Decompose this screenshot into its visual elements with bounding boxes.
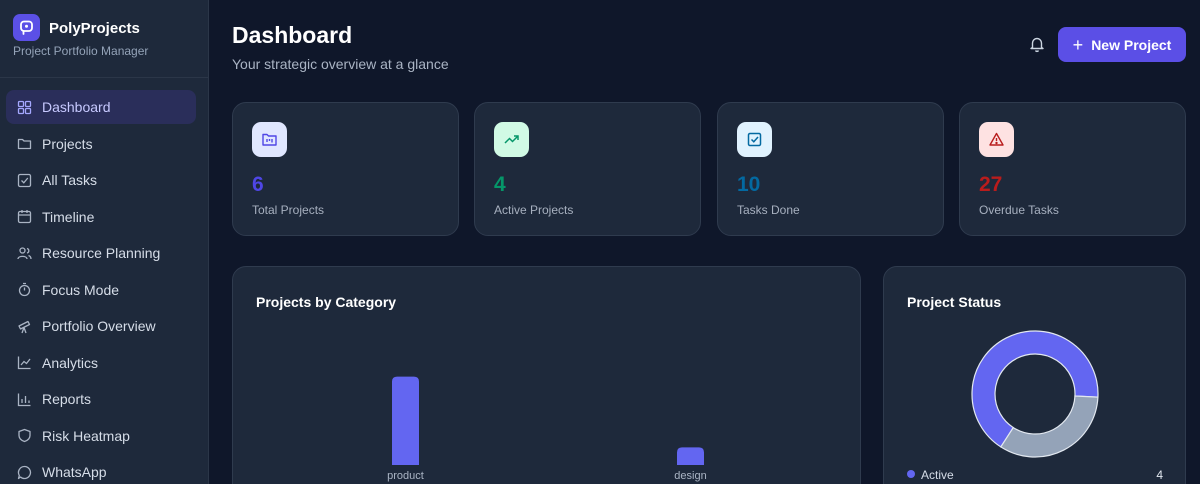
app-logo-icon — [13, 14, 40, 41]
sidebar-item-timeline[interactable]: Timeline — [6, 200, 196, 234]
shield-icon — [18, 428, 31, 443]
grid-icon — [17, 100, 32, 114]
slice-other[interactable] — [999, 395, 1099, 458]
sidebar-nav: Dashboard Projects All Tasks Timeline Re… — [6, 90, 196, 484]
main-content: Dashboard Your strategic overview at a g… — [210, 0, 1200, 484]
sidebar-item-label: All Tasks — [42, 172, 97, 188]
bell-icon[interactable] — [1028, 35, 1046, 53]
sidebar-item-label: Timeline — [42, 208, 95, 225]
new-project-label: New Project — [1091, 36, 1172, 53]
check-square-icon — [737, 122, 772, 157]
sidebar-item-label: Risk Heatmap — [42, 427, 130, 444]
brand-name: PolyProjects — [49, 20, 140, 37]
new-project-button[interactable]: + New Project — [1058, 27, 1186, 62]
bar-chart-icon — [17, 393, 31, 406]
chat-icon — [17, 465, 32, 479]
category-tick-label: product — [387, 470, 424, 482]
alert-triangle-icon — [979, 122, 1014, 157]
legend-label: Active — [921, 468, 954, 482]
sidebar: PolyProjects Project Portfolio Manager D… — [0, 0, 209, 484]
line-chart-icon — [17, 356, 31, 370]
trending-up-icon — [494, 122, 529, 157]
sidebar-item-dashboard[interactable]: Dashboard — [6, 90, 196, 124]
sidebar-item-all-tasks[interactable]: All Tasks — [6, 163, 196, 197]
project-status-card: Project Status Active 4 — [883, 266, 1186, 484]
sidebar-item-label: Focus Mode — [42, 281, 120, 298]
calendar-icon — [17, 210, 32, 224]
page-subtitle: Your strategic overview at a glance — [232, 56, 449, 72]
users-icon — [17, 246, 32, 259]
telescope-icon — [18, 320, 31, 333]
page-title: Dashboard — [232, 22, 353, 48]
sidebar-item-label: Portfolio Overview — [42, 318, 156, 334]
sidebar-item-whatsapp[interactable]: WhatsApp — [6, 455, 196, 484]
status-donut-chart — [971, 330, 1099, 458]
stat-card-overdue-tasks: 27 Overdue Tasks — [959, 102, 1186, 236]
bar-product[interactable] — [392, 376, 419, 465]
sidebar-item-analytics[interactable]: Analytics — [6, 346, 196, 380]
timer-icon — [18, 282, 31, 297]
stat-card-active-projects: 4 Active Projects — [474, 102, 701, 236]
category-bar-chart: product design — [387, 376, 707, 482]
checkbox-icon — [17, 173, 32, 187]
stat-label: Total Projects — [252, 203, 325, 217]
brand: PolyProjects Project Portfolio Manager — [0, 0, 208, 78]
sidebar-item-label: Reports — [42, 391, 92, 407]
folder-icon — [17, 138, 32, 150]
stat-card-total-projects: 6 Total Projects — [232, 102, 459, 236]
sidebar-item-resource-planning[interactable]: Resource Planning — [6, 236, 196, 270]
stat-value: 27 — [979, 173, 1003, 196]
bar-design[interactable] — [677, 447, 704, 465]
projects-by-category-card: Projects by Category product design — [232, 266, 861, 484]
stat-value: 6 — [252, 173, 264, 196]
stat-value: 4 — [494, 173, 506, 196]
category-tick-label: design — [674, 470, 706, 482]
sidebar-item-projects[interactable]: Projects — [6, 127, 196, 161]
sidebar-item-label: Dashboard — [42, 99, 111, 115]
sidebar-item-focus-mode[interactable]: Focus Mode — [6, 273, 196, 307]
stat-label: Active Projects — [494, 203, 574, 217]
legend-count: 4 — [1156, 468, 1163, 482]
stat-card-tasks-done: 10 Tasks Done — [717, 102, 944, 236]
stat-value: 10 — [737, 173, 761, 196]
stat-label: Overdue Tasks — [979, 203, 1059, 217]
folder-kanban-icon — [252, 122, 287, 157]
plus-icon: + — [1072, 34, 1084, 55]
sidebar-item-risk-heatmap[interactable]: Risk Heatmap — [6, 419, 196, 453]
sidebar-item-label: Resource Planning — [42, 245, 161, 261]
sidebar-item-label: Projects — [42, 135, 93, 152]
stat-label: Tasks Done — [737, 203, 800, 217]
sidebar-item-portfolio-overview[interactable]: Portfolio Overview — [6, 309, 196, 343]
sidebar-item-label: WhatsApp — [42, 464, 107, 480]
legend-dot — [907, 470, 915, 478]
brand-subtitle: Project Portfolio Manager — [13, 44, 149, 58]
sidebar-item-reports[interactable]: Reports — [6, 382, 196, 416]
sidebar-item-label: Analytics — [42, 354, 99, 371]
